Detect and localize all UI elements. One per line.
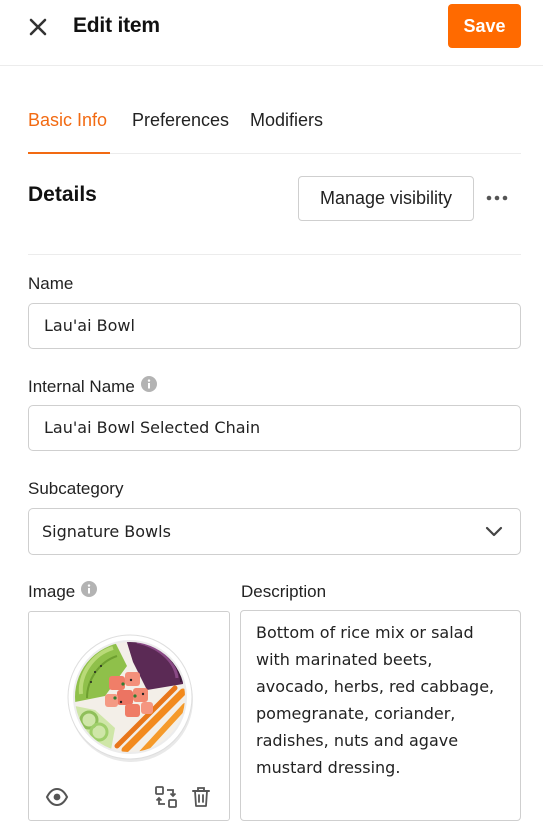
chevron-down-icon: [484, 523, 504, 546]
save-button[interactable]: Save: [448, 4, 521, 48]
internal-name-input[interactable]: Lau'ai Bowl Selected Chain: [28, 405, 521, 451]
description-textarea[interactable]: Bottom of rice mix or salad with marinat…: [240, 610, 521, 821]
image-label-row: Image: [28, 580, 98, 602]
tab-bar: Basic Info Preferences Modifiers: [28, 106, 521, 154]
image-label: Image: [28, 582, 76, 601]
trash-icon[interactable]: [190, 785, 212, 814]
manage-visibility-button[interactable]: Manage visibility: [298, 176, 474, 221]
subcategory-value: Signature Bowls: [42, 522, 171, 541]
top-bar: Edit item Save: [0, 0, 543, 66]
info-icon[interactable]: [140, 375, 157, 397]
replace-image-icon[interactable]: [154, 785, 178, 814]
item-image: [65, 632, 195, 767]
description-label: Description: [241, 582, 327, 601]
name-label: Name: [28, 274, 74, 293]
eye-icon[interactable]: [45, 786, 69, 813]
name-input[interactable]: Lau'ai Bowl: [28, 303, 521, 349]
active-tab-indicator: [28, 152, 110, 154]
tab-preferences[interactable]: Preferences: [132, 110, 229, 131]
tab-modifiers[interactable]: Modifiers: [250, 110, 323, 131]
tab-basic-info[interactable]: Basic Info: [28, 110, 107, 131]
page-title: Edit item: [73, 14, 160, 37]
image-uploader[interactable]: [28, 611, 230, 821]
internal-name-label-row: Internal Name: [28, 375, 157, 397]
subcategory-select[interactable]: Signature Bowls: [28, 508, 521, 555]
section-title-details: Details: [28, 183, 97, 206]
close-icon[interactable]: [24, 13, 52, 41]
info-icon[interactable]: [81, 580, 98, 602]
internal-name-label: Internal Name: [28, 377, 135, 396]
more-horizontal-icon[interactable]: [484, 186, 510, 210]
section-divider: [28, 254, 521, 255]
subcategory-label: Subcategory: [28, 479, 124, 498]
